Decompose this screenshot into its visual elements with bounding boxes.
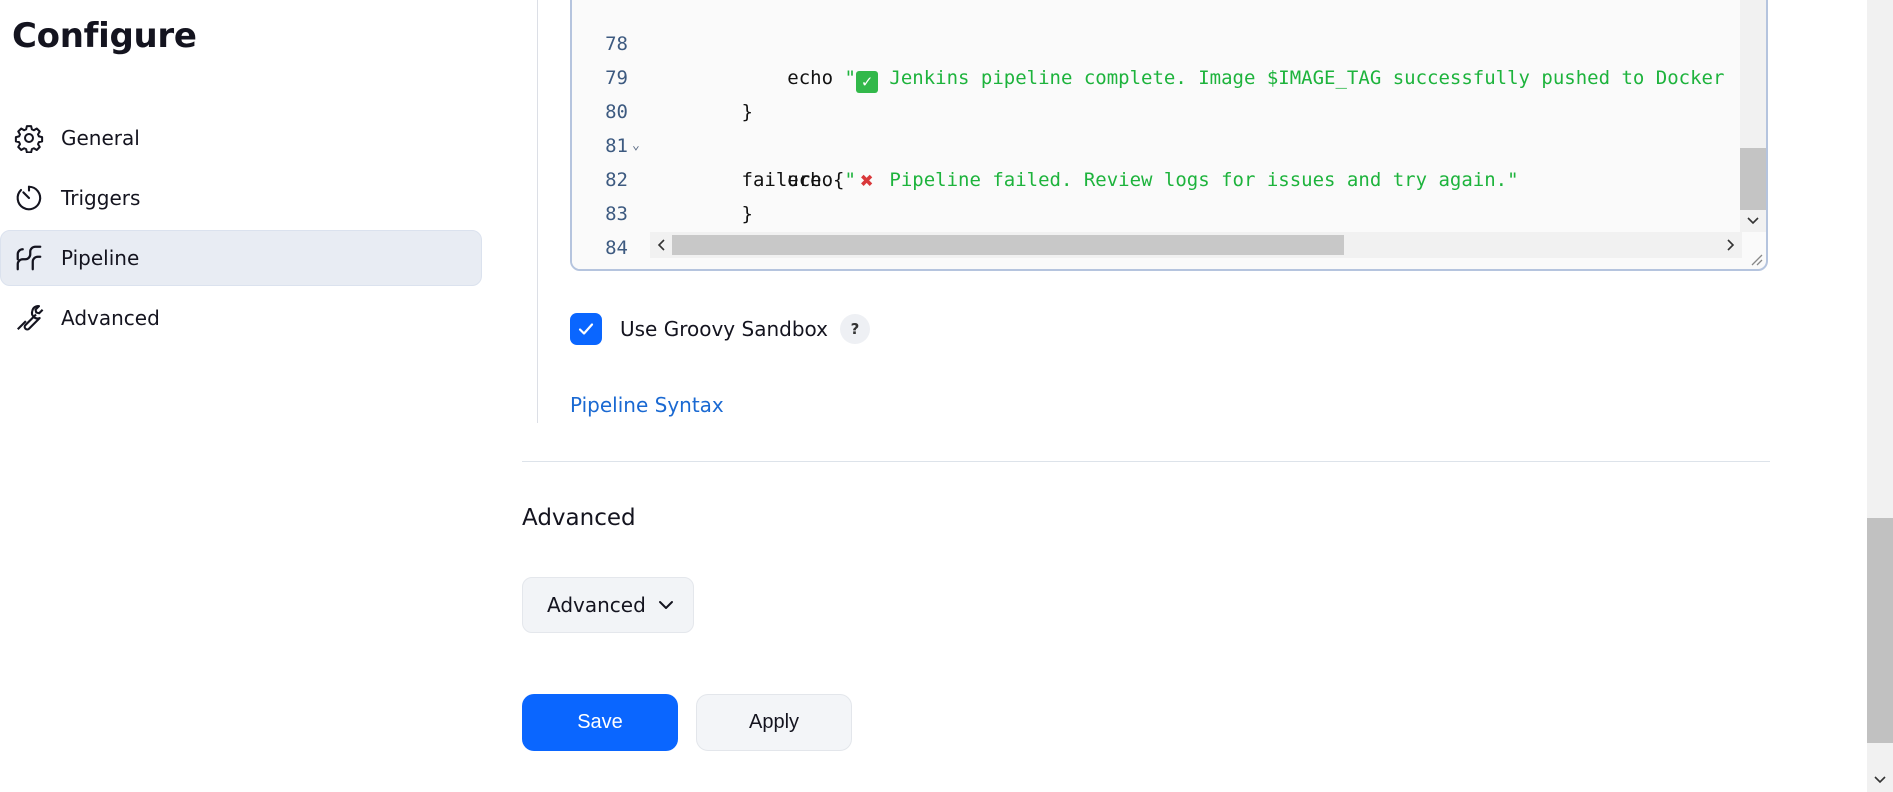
- code-line: 78 echo " ✓ Jenkins pipeline complete. Im…: [572, 0, 1742, 93]
- gear-icon: [13, 122, 45, 154]
- groovy-sandbox-checkbox[interactable]: [570, 313, 602, 345]
- code-line: 82 }: [572, 129, 1742, 225]
- scroll-down-arrow-icon[interactable]: [1867, 768, 1893, 792]
- scroll-down-arrow-icon[interactable]: [1740, 210, 1766, 232]
- advanced-button-label: Advanced: [547, 593, 646, 617]
- apply-button[interactable]: Apply: [696, 694, 852, 751]
- page-vertical-scrollbar[interactable]: [1867, 0, 1893, 792]
- checkmark-icon: [578, 323, 594, 335]
- code-line: 79 }: [572, 27, 1742, 123]
- help-button[interactable]: ?: [839, 314, 870, 344]
- scroll-right-arrow-icon[interactable]: [1720, 232, 1742, 258]
- sidebar-item-label: General: [61, 126, 140, 150]
- editor-vertical-scrollbar[interactable]: [1740, 0, 1766, 232]
- wrench-icon: [13, 302, 45, 334]
- groovy-sandbox-label[interactable]: Use Groovy Sandbox: [620, 317, 828, 341]
- page-scroll-thumb[interactable]: [1867, 518, 1893, 743]
- sidebar-item-advanced[interactable]: Advanced: [0, 290, 482, 346]
- page-title: Configure: [12, 16, 197, 56]
- groovy-sandbox-row: Use Groovy Sandbox ?: [570, 312, 870, 346]
- sidebar-item-pipeline[interactable]: Pipeline: [0, 230, 482, 286]
- pipeline-icon: [13, 242, 45, 274]
- save-button[interactable]: Save: [522, 694, 678, 751]
- editor-horizontal-scrollbar[interactable]: [650, 232, 1742, 258]
- sidebar-item-label: Triggers: [61, 186, 141, 210]
- timer-icon: [13, 182, 45, 214]
- advanced-section-heading: Advanced: [522, 505, 636, 531]
- scroll-left-arrow-icon[interactable]: [650, 232, 672, 258]
- section-rule: [537, 0, 538, 423]
- sidebar-item-label: Advanced: [61, 306, 160, 330]
- code-line: 80 ⌄ failure {: [572, 61, 1742, 191]
- sidebar-item-general[interactable]: General: [0, 110, 482, 166]
- code-line: 84 }: [572, 197, 1742, 259]
- sidebar-item-triggers[interactable]: Triggers: [0, 170, 482, 226]
- resize-handle-icon[interactable]: [1746, 249, 1764, 267]
- chevron-down-icon: [658, 599, 674, 611]
- section-divider: [522, 461, 1770, 462]
- sidebar-item-label: Pipeline: [61, 246, 140, 270]
- pipeline-script-editor[interactable]: 78 echo " ✓ Jenkins pipeline complete. Im…: [570, 0, 1768, 271]
- pipeline-syntax-link[interactable]: Pipeline Syntax: [570, 393, 724, 417]
- line-number: 85: [572, 265, 628, 269]
- sidebar-nav: General Triggers Pipeline Advanced: [0, 110, 484, 350]
- code-line: 83 }: [572, 163, 1742, 259]
- advanced-toggle-button[interactable]: Advanced: [522, 577, 694, 633]
- code-line: 81 echo " ✖ Pipeline failed. Review logs …: [572, 95, 1742, 194]
- editor-horizontal-scroll-thumb[interactable]: [672, 235, 1344, 255]
- editor-vertical-scroll-thumb[interactable]: [1740, 148, 1766, 210]
